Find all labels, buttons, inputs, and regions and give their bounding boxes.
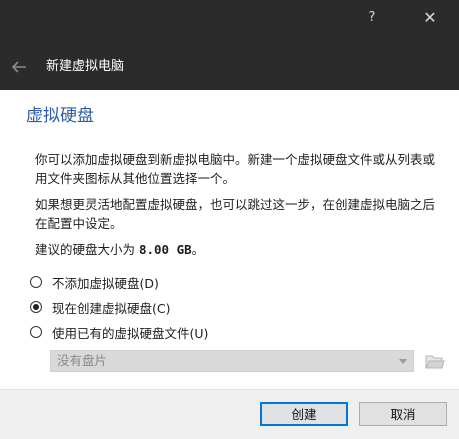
- folder-open-icon[interactable]: [423, 350, 445, 372]
- cancel-button[interactable]: 取消: [359, 402, 447, 426]
- radio-label: 现在创建虚拟硬盘(C): [52, 300, 171, 316]
- description-text: 你可以添加虚拟硬盘到新虚拟电脑中。新建一个虚拟硬盘文件或从列表或用文件夹图标从其…: [35, 152, 436, 186]
- radio-button[interactable]: [30, 276, 42, 288]
- radio-label: 使用已有的虚拟硬盘文件(U): [52, 325, 209, 341]
- close-button[interactable]: ✕: [416, 6, 444, 30]
- disk-file-combo[interactable]: 没有盘片: [50, 350, 414, 372]
- disk-combo-value: 没有盘片: [57, 353, 108, 368]
- hint-text: 如果想更灵活地配置虚拟硬盘，也可以跳过这一步，在创建虚拟电脑之后在配置中设定。: [35, 197, 436, 231]
- radio-create-disk[interactable]: 现在创建虚拟硬盘(C): [30, 297, 170, 317]
- wizard-header: ? ✕ 新建虚拟电脑: [0, 0, 459, 90]
- radio-no-disk[interactable]: 不添加虚拟硬盘(D): [30, 272, 159, 292]
- radio-label: 不添加虚拟硬盘(D): [52, 275, 159, 291]
- radio-button-checked[interactable]: [30, 301, 42, 313]
- recommended-size-text: 建议的硬盘大小为 8.00 GB。: [35, 240, 204, 260]
- help-button[interactable]: ?: [358, 6, 386, 30]
- page-heading: 虚拟硬盘: [26, 106, 94, 126]
- radio-button[interactable]: [30, 326, 42, 338]
- chevron-down-icon: [399, 359, 407, 364]
- create-button[interactable]: 创建: [260, 402, 348, 426]
- size-suffix: 。: [191, 242, 205, 257]
- size-value: 8.00 GB: [138, 242, 192, 257]
- size-prefix: 建议的硬盘大小为: [35, 242, 139, 257]
- wizard-title: 新建虚拟电脑: [46, 59, 125, 74]
- radio-use-existing[interactable]: 使用已有的虚拟硬盘文件(U): [30, 322, 208, 342]
- back-arrow-icon[interactable]: [9, 57, 29, 77]
